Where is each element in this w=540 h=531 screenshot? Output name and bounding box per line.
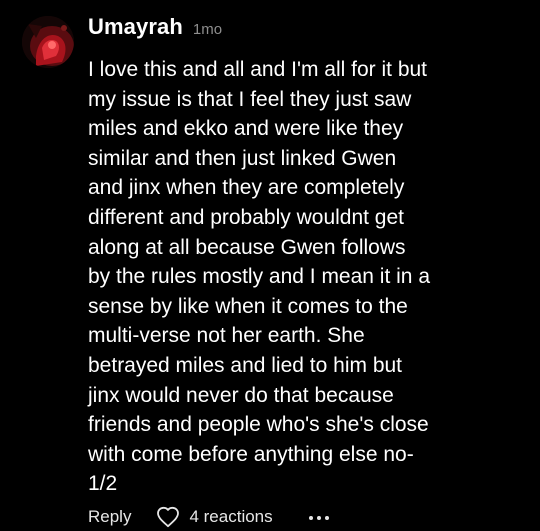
timestamp: 1mo — [192, 21, 223, 38]
comment-body-line: multi-verse not her earth. She — [88, 324, 365, 348]
comment-header: Umayrah 1mo — [88, 14, 222, 48]
comment-body-line: by the rules mostly and I mean it in a — [88, 265, 430, 289]
comment-body-line: sense by like when it comes to the — [88, 294, 408, 318]
comment: Umayrah 1mo I love this and all and I'm … — [0, 0, 540, 531]
dot — [308, 516, 313, 520]
comment-body-line: 1/2 — [88, 472, 118, 496]
comment-actions: Reply 4 reactions — [88, 503, 329, 531]
reply-button[interactable]: Reply — [88, 507, 131, 527]
username[interactable]: Umayrah — [88, 14, 183, 40]
avatar[interactable] — [22, 16, 74, 68]
heart-outline-icon — [156, 506, 180, 528]
comment-body-line: jinx would never do that because — [88, 383, 394, 407]
reactions-count: 4 reactions — [189, 507, 273, 526]
comment-body-line: and jinx when they are completely — [88, 176, 405, 200]
comment-body-line: along at all because Gwen follows — [88, 235, 406, 259]
comment-body-line: friends and people who's she's close — [88, 413, 429, 437]
comment-body-line: miles and ekko and were like they — [88, 117, 404, 141]
comment-body-line: similar and then just linked Gwen — [88, 146, 397, 170]
comment-body-line: betrayed miles and lied to him but — [88, 353, 403, 377]
more-dots-icon[interactable] — [308, 514, 329, 520]
reactions-button[interactable]: 4 reactions — [156, 506, 273, 528]
comment-body-line: my issue is that I feel they just saw — [88, 87, 412, 111]
avatar-image — [22, 16, 74, 68]
comment-body: I love this and all and I'm all for it b… — [88, 55, 500, 499]
dot — [316, 516, 321, 520]
dot — [324, 516, 329, 520]
comment-body-line: with come before anything else no- — [88, 442, 414, 466]
comment-body-line: I love this and all and I'm all for it b… — [88, 58, 428, 81]
comment-body-line: different and probably wouldnt get — [88, 205, 405, 229]
